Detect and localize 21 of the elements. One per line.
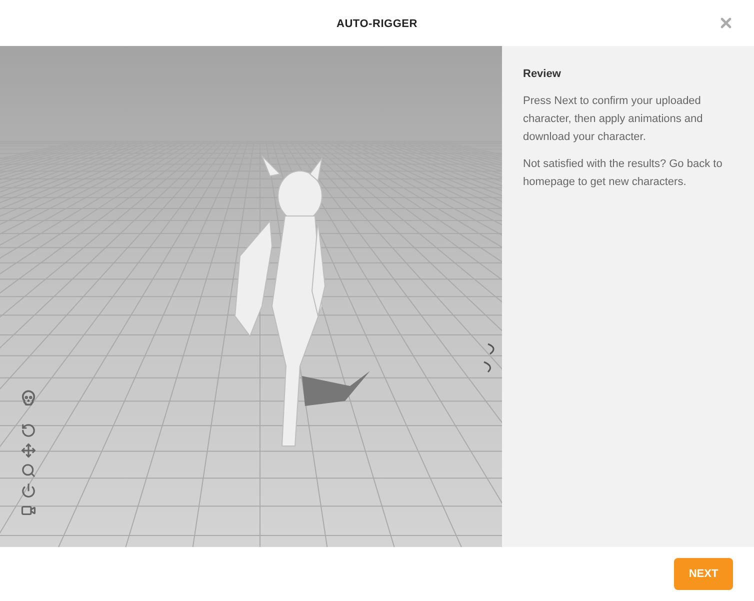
- viewport-tool-button[interactable]: [21, 503, 36, 518]
- skull-icon: [20, 389, 37, 406]
- viewport-tool-button[interactable]: [21, 443, 36, 458]
- 3d-viewport[interactable]: [0, 46, 502, 547]
- power-icon: [21, 483, 36, 498]
- panel-paragraph: Not satisfied with the results? Go back to homepage to get new characters.: [523, 156, 724, 190]
- viewport-tool-button[interactable]: [21, 463, 36, 478]
- viewport-tool-button[interactable]: [21, 423, 36, 438]
- reset-icon: [21, 423, 36, 438]
- gizmo-drawing: [483, 343, 494, 373]
- video-camera-icon: [21, 503, 36, 518]
- viewport-tool-button[interactable]: [21, 483, 36, 498]
- next-button[interactable]: NEXT: [674, 558, 733, 590]
- panel-heading: Review: [523, 67, 562, 82]
- move-icon: [21, 443, 36, 458]
- close-icon: [718, 15, 734, 31]
- search-icon: [21, 463, 36, 478]
- close-button[interactable]: [718, 15, 734, 31]
- viewport-tool-button[interactable]: [20, 389, 37, 406]
- panel-paragraph: Press Next to confirm your uploaded character, then apply animations and download your character.: [523, 94, 704, 144]
- window-title: AUTO-RIGGER: [336, 18, 418, 30]
